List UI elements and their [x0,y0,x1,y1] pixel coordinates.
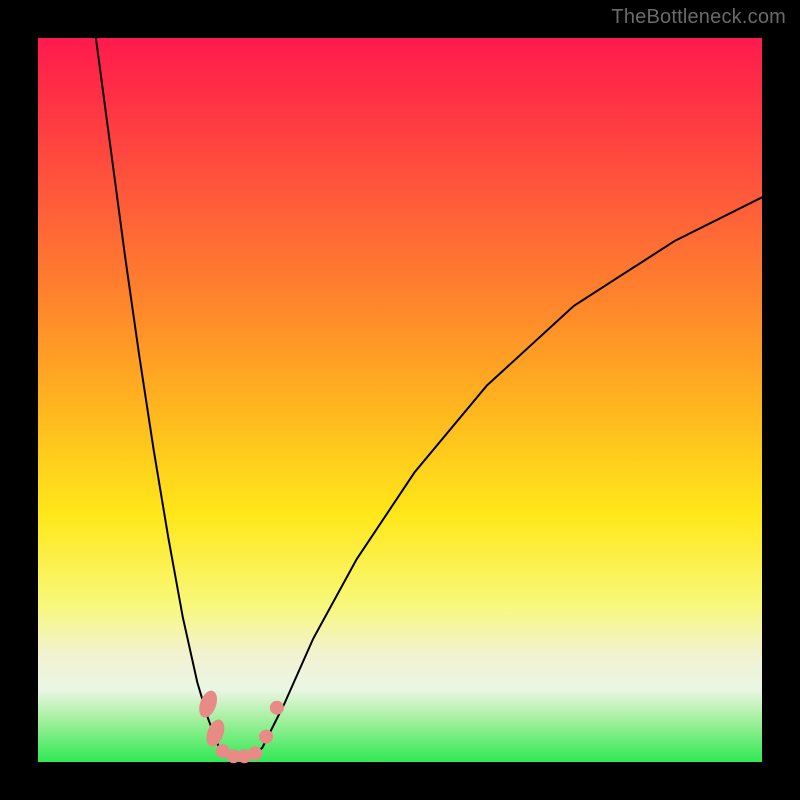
chart-frame: TheBottleneck.com [0,0,800,800]
curve-marker [259,730,273,744]
curve-path [96,38,762,758]
plot-area [38,38,762,762]
curve-marker [248,746,262,760]
curve-marker [203,717,228,749]
curve-marker [270,701,284,715]
marker-layer [196,688,284,763]
bottleneck-curve [38,38,762,762]
watermark-text: TheBottleneck.com [611,6,786,29]
